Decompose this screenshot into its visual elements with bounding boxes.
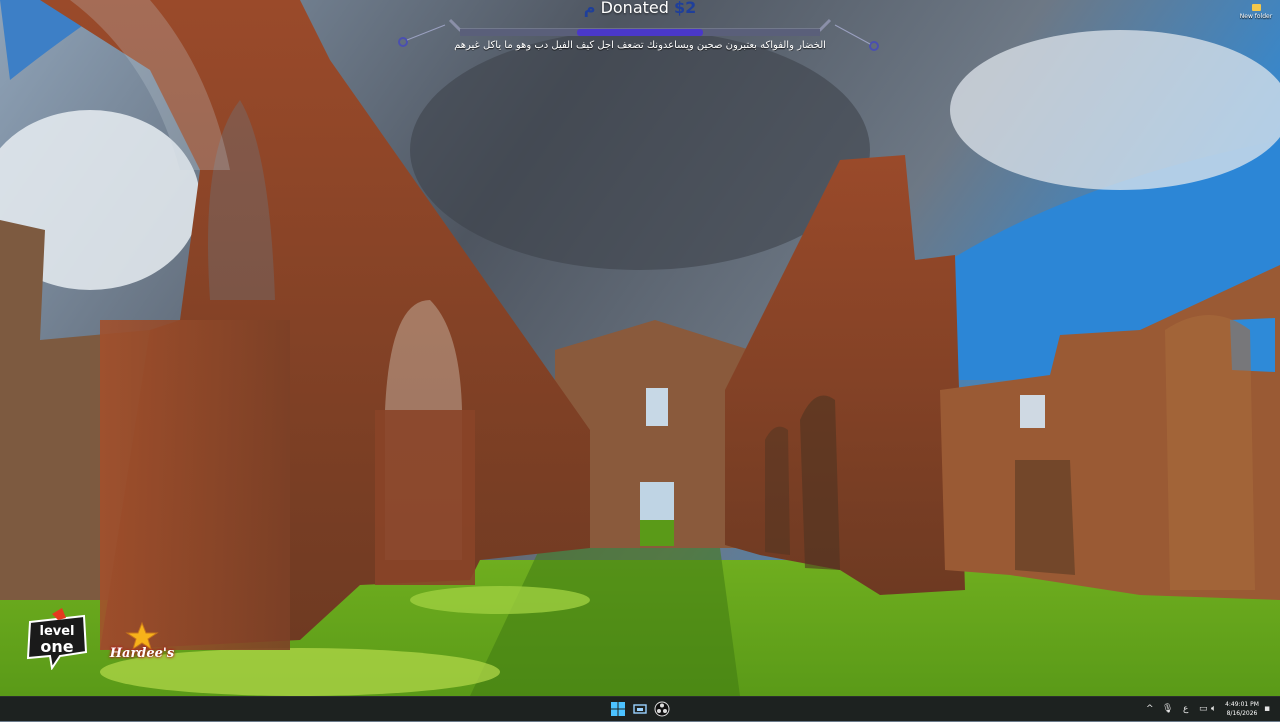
network-icon[interactable]: ▭ [1199,697,1208,721]
microphone-icon[interactable]: 🎙︎ [1162,697,1173,721]
desktop-icon-label: New folder [1239,13,1273,20]
level-one-logo: level one [22,608,92,671]
hardees-logo: Hardee's [106,620,178,668]
scrolling-message: الخضار والفواكه بعتبرون صحين ويساعدونك ت… [454,40,826,51]
task-view-icon [633,704,647,714]
taskbar-clock[interactable]: 4:49:01 PM 8/16/2026 [1222,700,1262,718]
donated-amount: $2 [673,0,697,17]
obs-taskbar-button[interactable] [653,700,671,718]
clock-date: 8/16/2026 [1226,710,1258,717]
folder-icon [1251,4,1261,11]
svg-text:one: one [40,637,73,656]
desktop-wallpaper [0,0,1280,696]
start-button[interactable] [609,700,627,718]
currency-symbol: م [583,0,596,17]
volume-icon[interactable]: 🔈︎ [1211,697,1216,721]
input-language-indicator[interactable]: ع [1183,697,1188,721]
wallpaper-ruins-image [0,0,1280,696]
donated-label: Donated [600,0,669,17]
hardees-name: Hardee's [109,646,175,661]
level-one-logo-graphic: level one [26,608,88,671]
desktop-icon-new-folder[interactable]: New folder [1236,2,1276,20]
tray-overflow-chevron[interactable]: ^ [1146,697,1154,721]
task-view-button[interactable] [631,700,649,718]
clock-time: 4:49:01 PM [1225,701,1259,708]
taskbar: ^ 🎙︎ ع ▭ 🔈︎ 4:49:01 PM 8/16/2026 ▪ [0,696,1280,721]
donation-progress-fill [577,29,703,36]
obs-icon [654,701,670,717]
donation-overlay: م Donated $2 الخضار والفواكه بعتبرون صحي… [395,0,885,60]
windows-logo-icon [611,702,625,716]
donated-banner: م Donated $2 [395,0,885,17]
notification-bell-icon[interactable]: ▪ [1264,697,1270,721]
